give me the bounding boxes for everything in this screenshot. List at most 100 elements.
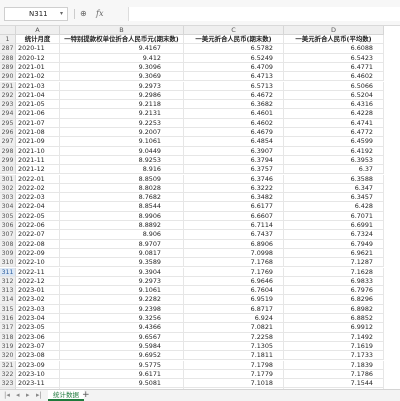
row-number[interactable]: 322 (0, 369, 16, 380)
cell-month[interactable]: 2022-11 (16, 267, 60, 277)
cell-sdr-rate[interactable]: 9.2398 (60, 304, 184, 314)
row-number[interactable]: 294 (0, 109, 16, 119)
cell-month[interactable]: 2022-05 (16, 211, 60, 221)
cell-month[interactable]: 2022-04 (16, 202, 60, 212)
cell-month[interactable]: 2022-10 (16, 258, 60, 268)
cell-sdr-rate[interactable]: 9.2118 (60, 100, 184, 110)
row-number[interactable]: 309 (0, 248, 16, 259)
cell-usd-end-rate[interactable]: 6.9646 (184, 276, 284, 287)
cell-usd-avg-rate[interactable]: 7.1544 (284, 379, 384, 389)
row-number[interactable]: 313 (0, 286, 16, 296)
row-number[interactable]: 307 (0, 230, 16, 240)
add-sheet-button[interactable]: + (82, 390, 90, 400)
row-number[interactable]: 296 (0, 128, 16, 138)
cell-month[interactable]: 2023-02 (16, 295, 60, 305)
row-number[interactable]: 312 (0, 276, 16, 287)
cell-month[interactable]: 2021-08 (16, 128, 60, 138)
column-header-c[interactable]: C (184, 26, 284, 35)
cell-month[interactable]: 2022-12 (16, 276, 60, 287)
cell-usd-end-rate[interactable]: 7.0998 (184, 248, 284, 259)
cell-usd-avg-rate[interactable]: 6.8296 (284, 295, 384, 305)
cell-usd-end-rate[interactable]: 6.7437 (184, 230, 284, 240)
cell-sdr-rate[interactable]: 9.3904 (60, 267, 184, 277)
cell-usd-end-rate[interactable]: 6.3682 (184, 100, 284, 110)
row-number[interactable]: 300 (0, 165, 16, 175)
row-number[interactable]: 304 (0, 202, 16, 212)
row-number[interactable]: 311 (0, 267, 16, 277)
row-number[interactable]: 308 (0, 239, 16, 249)
zoom-icon[interactable]: ⊕ (80, 8, 87, 20)
cell-usd-end-rate[interactable]: 7.1811 (184, 351, 284, 361)
row-number[interactable]: 323 (0, 379, 16, 389)
cell-month[interactable]: 2023-08 (16, 351, 60, 361)
cell-sdr-rate[interactable]: 9.4167 (60, 44, 184, 54)
formula-input[interactable] (128, 7, 400, 21)
cell-sdr-rate[interactable]: 8.906 (60, 230, 184, 240)
row-number[interactable]: 295 (0, 118, 16, 128)
cell-sdr-rate[interactable]: 9.0817 (60, 248, 184, 259)
row-number[interactable]: 292 (0, 90, 16, 101)
row-number[interactable]: 305 (0, 211, 16, 221)
cell-usd-avg-rate[interactable]: 6.7071 (284, 211, 384, 221)
cell-usd-avg-rate[interactable]: 6.37 (284, 165, 384, 175)
next-sheet-icon[interactable]: ▸ (26, 390, 30, 401)
cell-usd-end-rate[interactable]: 6.3907 (184, 146, 284, 156)
select-all-corner[interactable] (0, 26, 16, 35)
row-number[interactable]: 289 (0, 62, 16, 73)
row-number[interactable]: 319 (0, 341, 16, 352)
cell-usd-avg-rate[interactable]: 6.4599 (284, 137, 384, 147)
cell-month[interactable]: 2020-11 (16, 44, 60, 54)
cell-sdr-rate[interactable]: 8.8892 (60, 221, 184, 231)
cell-usd-end-rate[interactable]: 6.924 (184, 314, 284, 324)
cell-usd-avg-rate[interactable]: 6.4741 (284, 118, 384, 128)
cell-usd-end-rate[interactable]: 6.7604 (184, 286, 284, 296)
cell-usd-end-rate[interactable]: 6.4602 (184, 118, 284, 128)
cell-usd-end-rate[interactable]: 7.1769 (184, 267, 284, 277)
column-header-a[interactable]: A (16, 26, 60, 35)
cell-month[interactable]: 2022-06 (16, 221, 60, 231)
cell-month[interactable]: 2021-02 (16, 72, 60, 82)
cell-usd-avg-rate[interactable]: 7.1287 (284, 258, 384, 268)
cell-usd-avg-rate[interactable]: 6.3953 (284, 155, 384, 166)
cell-usd-end-rate[interactable]: 6.4601 (184, 109, 284, 119)
cell-month[interactable]: 2023-06 (16, 332, 60, 342)
cell-sdr-rate[interactable]: 9.2253 (60, 118, 184, 128)
row-number[interactable]: 302 (0, 183, 16, 194)
cell-sdr-rate[interactable]: 9.5984 (60, 341, 184, 352)
cell-usd-avg-rate[interactable]: 6.4228 (284, 109, 384, 119)
cell-sdr-rate[interactable]: 8.9253 (60, 155, 184, 166)
cell-sdr-rate[interactable]: 8.8509 (60, 174, 184, 184)
cell-usd-avg-rate[interactable]: 7.1839 (284, 360, 384, 370)
cell-usd-avg-rate[interactable]: 6.4771 (284, 62, 384, 73)
function-icon[interactable]: fx (96, 8, 103, 20)
cell-usd-avg-rate[interactable]: 6.347 (284, 183, 384, 194)
chevron-down-icon[interactable]: ▾ (60, 7, 63, 21)
cell-month[interactable]: 2023-04 (16, 314, 60, 324)
cell-usd-end-rate[interactable]: 6.9519 (184, 295, 284, 305)
last-sheet-icon[interactable]: ▸| (36, 390, 42, 401)
cell-month[interactable]: 2021-01 (16, 62, 60, 73)
cell-sdr-rate[interactable]: 9.3069 (60, 72, 184, 82)
cell-usd-avg-rate[interactable]: 6.7949 (284, 239, 384, 249)
sheet-tab[interactable]: 统计数据 (48, 390, 84, 401)
cell-usd-end-rate[interactable]: 7.1305 (184, 341, 284, 352)
cell-usd-avg-rate[interactable]: 6.3457 (284, 193, 384, 203)
cell-month[interactable]: 2021-12 (16, 165, 60, 175)
cell-usd-end-rate[interactable]: 7.1798 (184, 360, 284, 370)
cell-month[interactable]: 2023-05 (16, 323, 60, 333)
cell-sdr-rate[interactable]: 9.3589 (60, 258, 184, 268)
cell-usd-end-rate[interactable]: 6.5782 (184, 44, 284, 54)
cell-sdr-rate[interactable]: 9.1061 (60, 137, 184, 147)
cell-usd-end-rate[interactable]: 6.8906 (184, 239, 284, 249)
cell-usd-end-rate[interactable]: 6.3794 (184, 155, 284, 166)
cell-usd-avg-rate[interactable]: 6.6088 (284, 44, 384, 54)
name-box[interactable]: N311 (4, 7, 68, 21)
cell-usd-end-rate[interactable]: 6.7114 (184, 221, 284, 231)
cell-month[interactable]: 2021-07 (16, 118, 60, 128)
cell-sdr-rate[interactable]: 8.916 (60, 165, 184, 175)
cell-usd-avg-rate[interactable]: 6.9833 (284, 276, 384, 287)
cell-usd-avg-rate[interactable]: 6.5066 (284, 81, 384, 91)
cell-sdr-rate[interactable]: 9.2282 (60, 295, 184, 305)
row-number[interactable]: 318 (0, 332, 16, 342)
row-number[interactable]: 297 (0, 137, 16, 147)
